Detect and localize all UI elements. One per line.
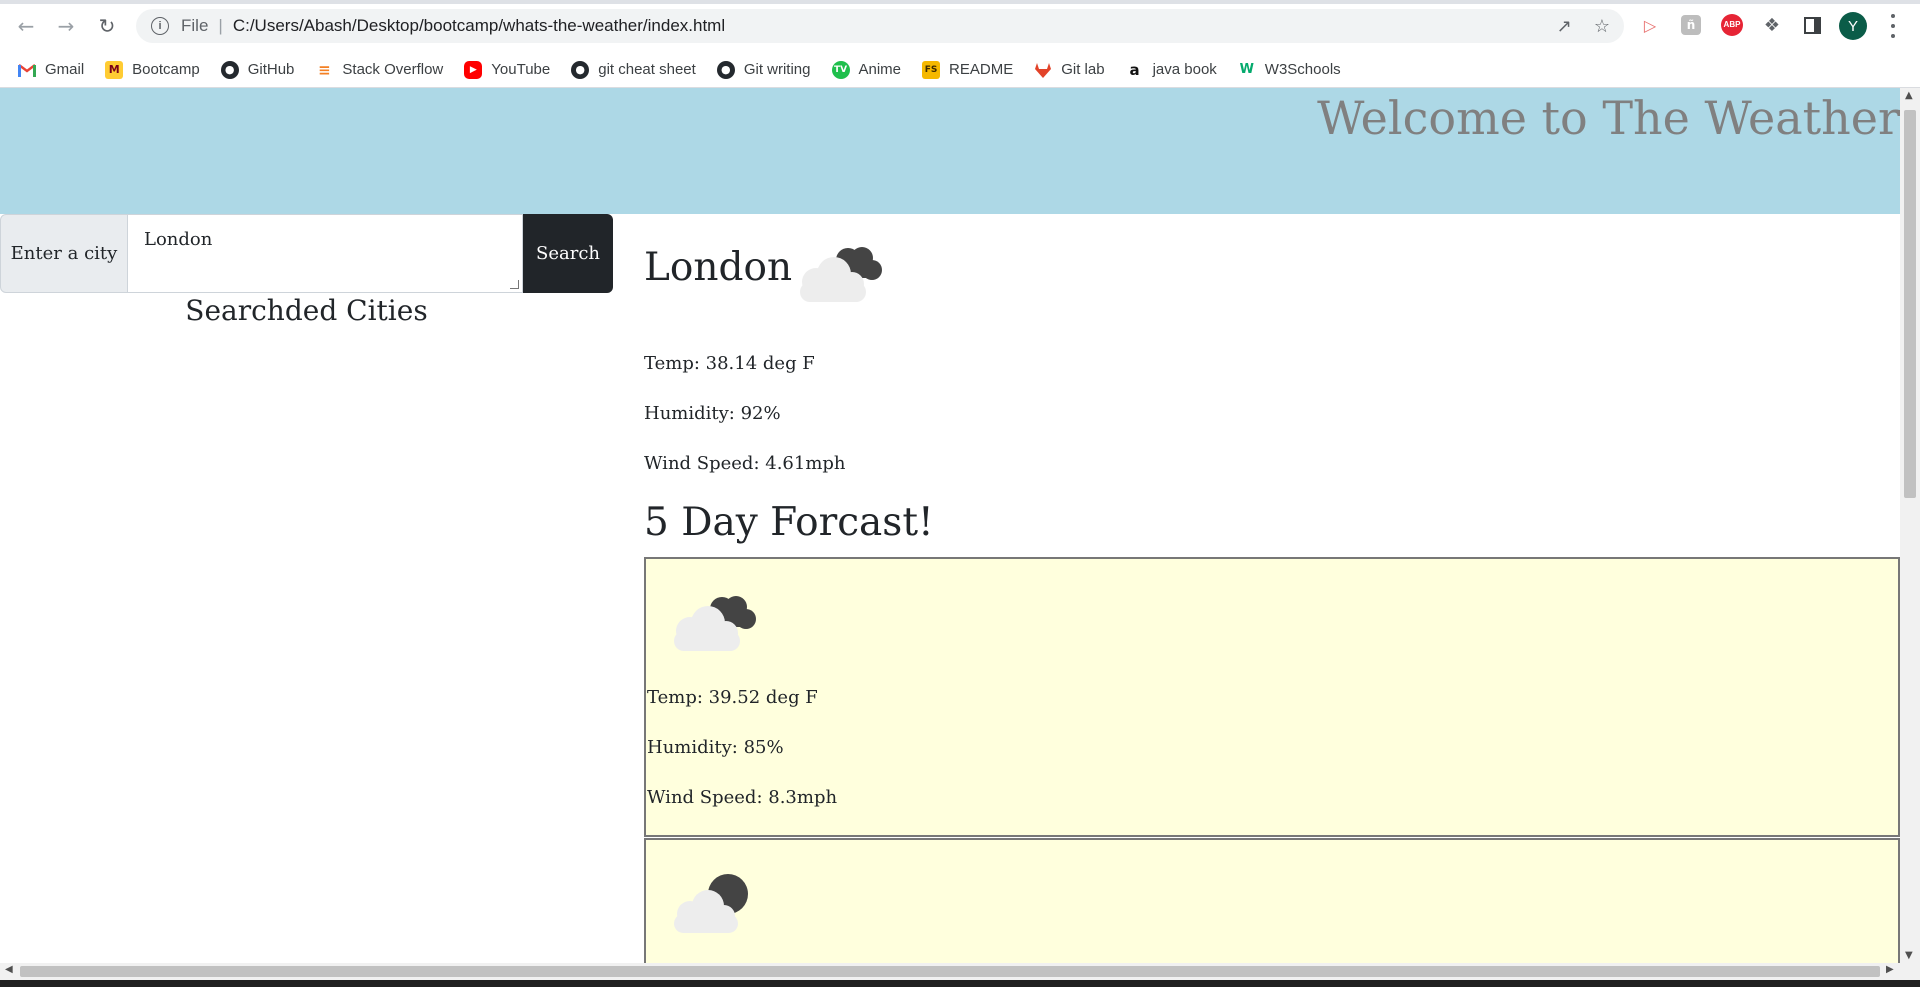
bookmark-git-cheat-sheet[interactable]: ● git cheat sheet: [571, 60, 696, 79]
bookmark-youtube[interactable]: ▶ YouTube: [464, 60, 550, 79]
address-bar[interactable]: i File | C:/Users/Abash/Desktop/bootcamp…: [136, 9, 1624, 43]
bookmark-gitlab[interactable]: Git lab: [1034, 61, 1105, 79]
scroll-up-icon[interactable]: ▲: [1905, 90, 1913, 101]
page-title: Welcome to The Weather: [1317, 91, 1900, 145]
forecast-heading: 5 Day Forcast!: [644, 500, 934, 545]
bookmark-stack-overflow[interactable]: ≡ Stack Overflow: [315, 61, 443, 79]
forecast-wind: Wind Speed: 8.3mph: [647, 787, 838, 808]
broken-clouds-icon: [674, 596, 756, 651]
n-extension-icon[interactable]: ñ: [1678, 12, 1704, 38]
search-button[interactable]: Search: [523, 214, 613, 293]
current-temp: Temp: 38.14 deg F: [644, 353, 815, 374]
address-separator: |: [218, 16, 223, 35]
tab-strip: [0, 0, 1920, 4]
page-header: Welcome to The Weather: [0, 88, 1900, 214]
browser-menu-icon[interactable]: [1882, 14, 1904, 38]
forecast-temp: Temp: 39.52 deg F: [647, 687, 818, 708]
searched-cities-heading: Searchded Cities: [185, 294, 428, 327]
bookmark-w3schools[interactable]: W W3Schools: [1238, 61, 1341, 79]
address-url[interactable]: C:/Users/Abash/Desktop/bootcamp/whats-th…: [233, 16, 725, 36]
bookmark-github[interactable]: ● GitHub: [220, 60, 294, 79]
forecast-card: [644, 838, 1900, 963]
extensions-puzzle-icon[interactable]: ❖: [1759, 12, 1785, 38]
amazon-icon: a: [1129, 60, 1140, 79]
side-panel-icon[interactable]: [1799, 12, 1825, 38]
horizontal-scroll-thumb[interactable]: [20, 966, 1880, 977]
scroll-left-icon[interactable]: ◀: [5, 964, 13, 975]
stackoverflow-icon: ≡: [318, 60, 331, 79]
resize-handle-icon[interactable]: [510, 280, 519, 289]
github-icon: ●: [220, 60, 239, 79]
horizontal-scrollbar[interactable]: ◀ ▶: [0, 963, 1920, 980]
current-wind: Wind Speed: 4.61mph: [644, 453, 846, 474]
adblock-plus-icon[interactable]: ABP: [1719, 12, 1745, 38]
youtube-icon: ▶: [464, 60, 483, 79]
profile-avatar[interactable]: Y: [1839, 12, 1867, 40]
broken-clouds-icon: [800, 247, 882, 302]
readme-icon: FS: [922, 60, 941, 79]
current-city-name: London: [644, 245, 793, 290]
omnibox-actions: ↗ ☆: [1557, 9, 1610, 43]
browser-toolbar: ← → ↻ i File | C:/Users/Abash/Desktop/bo…: [0, 0, 1920, 52]
back-icon[interactable]: ←: [12, 12, 40, 40]
bookmark-star-icon[interactable]: ☆: [1594, 16, 1610, 37]
partly-cloudy-night-icon: [674, 874, 748, 933]
forward-icon[interactable]: →: [52, 12, 80, 40]
bootcamp-icon: M: [105, 60, 124, 79]
site-info-icon[interactable]: i: [151, 17, 169, 35]
bookmark-readme[interactable]: FS README: [922, 60, 1013, 79]
vertical-scroll-thumb[interactable]: [1904, 110, 1916, 498]
os-taskbar: [0, 980, 1920, 987]
bookmark-anime[interactable]: TV Anime: [831, 60, 901, 79]
city-search-value: London: [144, 229, 213, 250]
city-search-group: Enter a city London Search: [0, 214, 613, 293]
gitlab-icon: [1034, 61, 1052, 79]
scroll-right-icon[interactable]: ▶: [1886, 964, 1894, 975]
address-scheme: File: [181, 16, 209, 35]
vertical-scrollbar[interactable]: ▲ ▼: [1900, 88, 1920, 963]
scroll-down-icon[interactable]: ▼: [1905, 950, 1913, 961]
reload-icon[interactable]: ↻: [93, 12, 121, 40]
w3schools-icon: W: [1239, 62, 1254, 77]
bookmarks-bar: Gmail M Bootcamp ● GitHub ≡ Stack Overfl…: [0, 52, 1920, 88]
forecast-humidity: Humidity: 85%: [647, 737, 784, 758]
bookmark-git-writing[interactable]: ● Git writing: [716, 60, 811, 79]
gmail-icon: [18, 61, 36, 79]
github-icon: ●: [571, 60, 590, 79]
github-icon: ●: [716, 60, 735, 79]
search-label: Enter a city: [0, 214, 128, 293]
share-icon[interactable]: ↗: [1557, 16, 1572, 37]
page-viewport: Welcome to The Weather Enter a city Lond…: [0, 88, 1900, 963]
screen-recorder-extension-icon[interactable]: ▷: [1637, 12, 1663, 38]
bookmark-bootcamp[interactable]: M Bootcamp: [105, 60, 200, 79]
bookmark-gmail[interactable]: Gmail: [18, 61, 84, 79]
bookmark-java-book[interactable]: a java book: [1126, 61, 1217, 79]
current-humidity: Humidity: 92%: [644, 403, 781, 424]
city-search-input[interactable]: London: [128, 214, 523, 293]
anime-icon: TV: [831, 60, 850, 79]
forecast-card: Temp: 39.52 deg F Humidity: 85% Wind Spe…: [644, 557, 1900, 837]
